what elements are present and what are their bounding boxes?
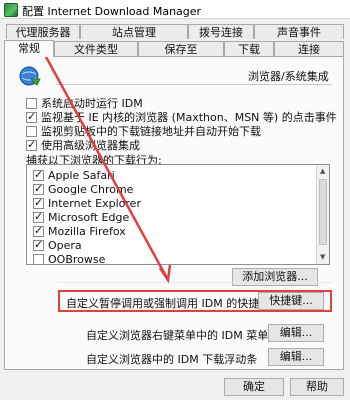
context-menu-label: 自定义浏览器右键菜单中的 IDM 菜单项 — [86, 329, 280, 342]
browser-name: Microsoft Edge — [48, 211, 130, 224]
list-item[interactable]: Apple Safari — [33, 168, 115, 182]
add-browser-button[interactable]: 添加浏览器... — [232, 268, 318, 286]
checkbox[interactable] — [33, 254, 44, 264]
idm-app-icon — [4, 3, 18, 17]
hotkey-button[interactable]: 快捷键... — [258, 292, 324, 310]
browser-name: Opera — [48, 239, 82, 252]
tab-dialup[interactable]: 拨号连接 — [188, 24, 254, 39]
list-item[interactable]: Google Chrome — [33, 182, 134, 196]
list-item[interactable]: Opera — [33, 238, 82, 252]
browser-integration-icon — [19, 66, 41, 86]
browser-name: Google Chrome — [48, 183, 134, 196]
checkbox[interactable] — [33, 182, 44, 196]
hotkey-label: 自定义暂停调用或强制调用 IDM 的快捷键 — [66, 297, 271, 310]
edit-context-menu-button[interactable]: 编辑... — [268, 324, 324, 342]
checkbox[interactable] — [26, 97, 37, 109]
browser-name: Mozilla Firefox — [48, 225, 126, 238]
checkbox[interactable] — [33, 238, 44, 252]
help-button[interactable]: 帮助 — [290, 378, 344, 396]
checkbox[interactable] — [26, 138, 37, 152]
checkbox[interactable] — [33, 196, 44, 210]
scroll-thumb[interactable] — [319, 179, 327, 245]
section-title: 浏览器/系统集成 — [248, 70, 329, 83]
tab-site-management[interactable]: 站点管理 — [80, 24, 188, 39]
list-item[interactable]: Microsoft Edge — [33, 210, 130, 224]
list-item[interactable]: Internet Explorer — [33, 196, 141, 210]
tab-sound-events[interactable]: 声音事件 — [254, 24, 344, 39]
browser-list[interactable]: Apple Safari Google Chrome Internet Expl… — [26, 164, 330, 265]
browser-name: OOBrowse — [48, 253, 106, 265]
checkbox[interactable] — [33, 168, 44, 182]
title-bar: 配置 Internet Download Manager — [0, 0, 350, 19]
list-scrollbar[interactable]: ▲ ▼ — [316, 165, 329, 264]
checkbox[interactable] — [33, 224, 44, 238]
scroll-down-icon[interactable]: ▼ — [320, 253, 325, 261]
tab-general[interactable]: 常规 — [4, 40, 54, 57]
scroll-up-icon[interactable]: ▲ — [320, 167, 325, 175]
download-panel-label: 自定义浏览器中的 IDM 下载浮动条 — [86, 353, 258, 366]
checkbox[interactable] — [33, 210, 44, 224]
tab-save-to[interactable]: 保存至 — [138, 41, 224, 56]
ok-button[interactable]: 确定 — [224, 378, 284, 396]
divider — [58, 282, 332, 283]
option-advanced-integration[interactable]: 使用高级浏览器集成 — [26, 137, 140, 153]
tab-proxy-server[interactable]: 代理服务器 — [6, 24, 80, 39]
browser-name: Internet Explorer — [48, 197, 141, 210]
list-item[interactable]: OOBrowse — [33, 253, 106, 265]
list-item[interactable]: Mozilla Firefox — [33, 224, 126, 238]
checkbox[interactable] — [26, 125, 37, 137]
checkbox[interactable] — [26, 110, 37, 124]
tab-connection[interactable]: 连接 — [274, 41, 344, 56]
tab-downloads[interactable]: 下载 — [224, 41, 274, 56]
option-label: 使用高级浏览器集成 — [41, 139, 140, 152]
edit-download-panel-button[interactable]: 编辑... — [268, 348, 324, 366]
section-divider — [56, 84, 332, 85]
tab-file-types[interactable]: 文件类型 — [54, 41, 138, 56]
window-title: 配置 Internet Download Manager — [22, 5, 202, 18]
browser-name: Apple Safari — [48, 169, 115, 182]
